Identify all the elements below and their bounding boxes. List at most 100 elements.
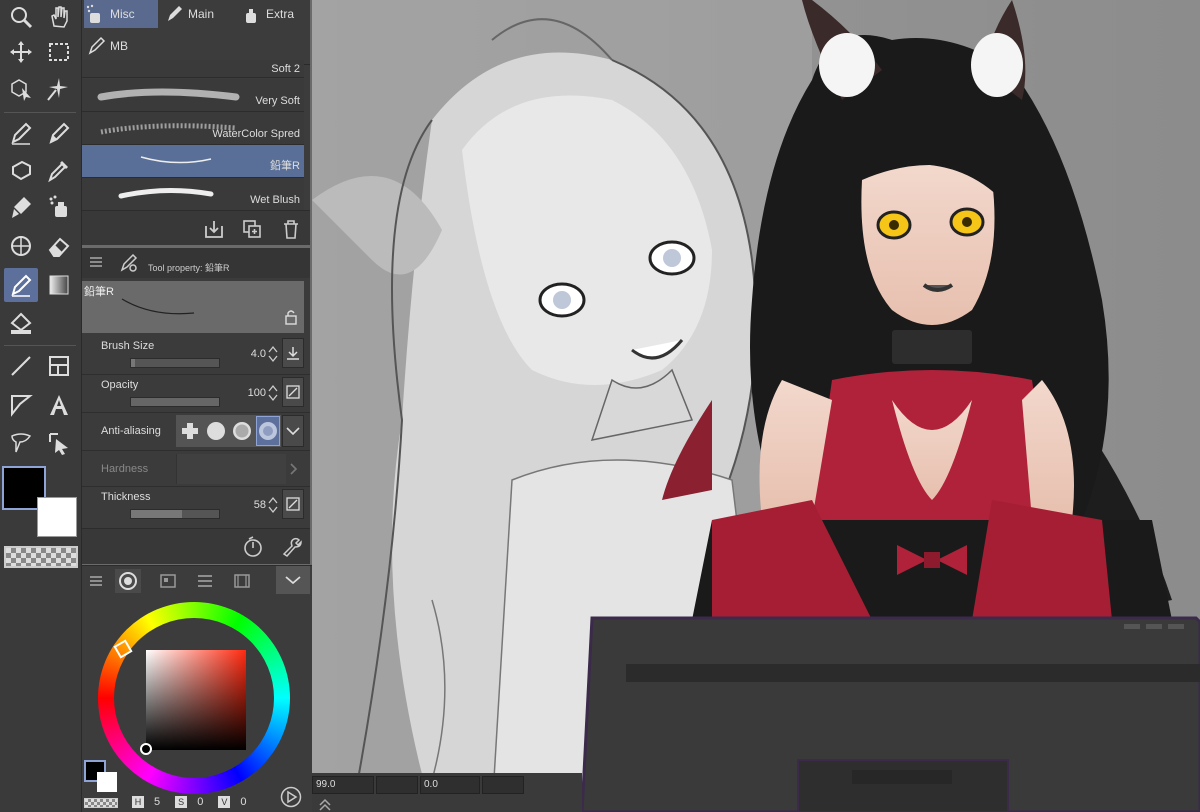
tab-color-set[interactable] [155, 569, 181, 593]
thickness-dynamics-button[interactable] [282, 489, 304, 519]
spinner-icon[interactable] [268, 496, 278, 514]
brush-item[interactable]: Wet Blush [82, 178, 304, 211]
brush-size-preset-button[interactable] [282, 338, 304, 368]
brush-size-value[interactable]: 4.0 [251, 348, 266, 360]
pencil-tool-icon[interactable] [42, 116, 76, 150]
eyedropper-tool-icon[interactable] [42, 153, 76, 187]
drawing-canvas[interactable] [312, 0, 1200, 812]
color-panel-expand-button[interactable] [276, 566, 310, 594]
blend-tool-icon[interactable] [4, 153, 38, 187]
brush-item[interactable]: 鉛筆R [82, 145, 304, 178]
object-tool-icon[interactable] [4, 72, 38, 106]
transparent-color-swatch[interactable] [4, 546, 78, 568]
mini-sub-color[interactable] [97, 772, 117, 792]
canvas-status-bar: 99.0 0.0 [312, 773, 582, 812]
trash-icon[interactable] [280, 218, 302, 240]
mini-transparent-swatch[interactable] [84, 798, 118, 808]
tab-extra[interactable]: Extra [240, 0, 310, 28]
tablet-overlay [580, 616, 1200, 812]
tab-misc[interactable]: Misc [84, 0, 158, 28]
move-tool-icon[interactable] [4, 35, 38, 69]
pencil-subtool-active-icon[interactable] [4, 268, 38, 302]
brush-item[interactable]: Soft 2 [82, 60, 304, 78]
expand-up-icon[interactable] [318, 797, 332, 811]
opacity-value[interactable]: 100 [248, 387, 266, 399]
brush-item[interactable]: WaterColor Spred [82, 112, 304, 145]
brush-name: WaterColor Spred [212, 128, 300, 140]
pen-icon [88, 36, 106, 55]
brush-size-slider[interactable] [130, 358, 220, 368]
pen-tool-icon[interactable] [4, 116, 38, 150]
lock-icon[interactable] [284, 309, 298, 325]
ruler-tool-icon[interactable] [4, 388, 38, 422]
hand-tool-icon[interactable] [42, 0, 76, 34]
tab-main[interactable]: Main [162, 0, 236, 28]
brush-icon [168, 6, 182, 21]
hardness-label: Hardness [101, 463, 149, 475]
zoom-tool-icon[interactable] [4, 0, 38, 34]
text-tool-icon[interactable] [42, 388, 76, 422]
figure-tool-icon[interactable] [4, 349, 38, 383]
aa-medium-icon [233, 422, 251, 440]
eraser-tool-icon[interactable] [42, 229, 76, 263]
decoration-tool-icon[interactable] [4, 229, 38, 263]
import-icon[interactable] [203, 218, 225, 240]
preview-area-extension [196, 281, 304, 333]
tab-mb[interactable]: MB [84, 32, 158, 60]
aa-strong-icon [259, 422, 277, 440]
aa-none-option[interactable] [178, 416, 202, 446]
reset-icon[interactable] [242, 536, 264, 558]
rotation-field[interactable]: 0.0 [420, 776, 480, 794]
menu-icon[interactable] [90, 575, 102, 587]
balloon-tool-icon[interactable] [4, 426, 38, 460]
opacity-label: Opacity [101, 379, 139, 391]
frame-border-tool-icon[interactable] [42, 349, 76, 383]
opacity-dynamics-button[interactable] [282, 377, 304, 407]
spinner-icon[interactable] [268, 384, 278, 402]
h-label: H [132, 796, 144, 808]
color-history-icon [234, 574, 250, 588]
brush-item[interactable]: Very Soft [82, 79, 304, 112]
anti-aliasing-expand-button[interactable] [282, 415, 304, 447]
tab-label: Extra [266, 7, 295, 21]
brush-tool-icon[interactable] [4, 190, 38, 224]
saturation-value-square[interactable] [146, 650, 246, 750]
hsv-readout: H5 S0 V0 [132, 796, 247, 808]
tab-color-slider[interactable] [192, 569, 218, 593]
selection-tool-icon[interactable] [42, 35, 76, 69]
thickness-value[interactable]: 58 [254, 499, 266, 511]
duplicate-icon[interactable] [241, 218, 263, 240]
play-icon[interactable] [280, 786, 302, 808]
gradient-tool-icon[interactable] [42, 268, 76, 302]
auto-select-tool-icon[interactable] [42, 72, 76, 106]
aa-strong-option[interactable] [256, 416, 280, 446]
thickness-slider[interactable] [130, 509, 220, 519]
wrench-icon[interactable] [280, 536, 302, 558]
zoom-field[interactable]: 99.0 [312, 776, 374, 794]
aa-medium-option[interactable] [230, 416, 254, 446]
subtool-footer [82, 210, 310, 245]
airbrush-tool-icon[interactable] [42, 190, 76, 224]
correct-line-tool-icon[interactable] [42, 426, 76, 460]
aa-weak-option[interactable] [204, 416, 228, 446]
chevron-right-icon[interactable] [290, 463, 298, 475]
sub-color-swatch[interactable] [37, 497, 77, 537]
fill-tool-icon[interactable] [4, 306, 38, 340]
brush-size-row: Brush Size 4.0 [82, 336, 310, 374]
menu-icon[interactable] [90, 256, 102, 268]
tab-color-wheel[interactable] [115, 569, 141, 593]
subtool-panel: Misc Main Extra MB Soft 2 Very Soft Wate… [82, 0, 310, 245]
opacity-slider[interactable] [130, 397, 220, 407]
anti-aliasing-row: Anti-aliasing [82, 412, 310, 450]
color-set-icon [160, 574, 176, 588]
thickness-label: Thickness [101, 491, 151, 503]
hardness-row: Hardness [82, 450, 310, 486]
color-panel: H5 S0 V0 [82, 565, 312, 812]
h-value: 5 [154, 796, 161, 808]
dynamics-icon [286, 497, 300, 511]
tab-color-history[interactable] [229, 569, 255, 593]
color-picker-marker[interactable] [140, 743, 152, 755]
spinner-icon[interactable] [268, 345, 278, 363]
hardness-options[interactable] [176, 454, 286, 484]
download-icon [287, 347, 299, 360]
